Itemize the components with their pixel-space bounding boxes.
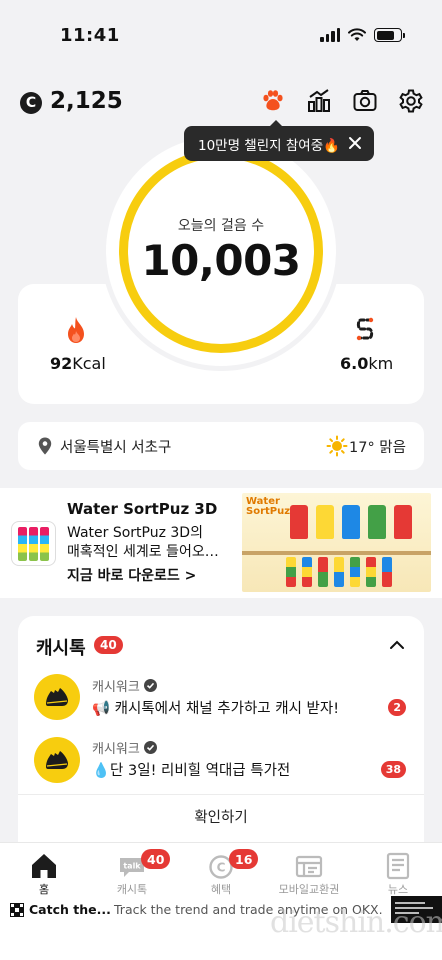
chart-icon[interactable]: [306, 88, 332, 114]
voucher-icon: [295, 855, 323, 878]
location-pin-icon: [38, 437, 52, 455]
location-weather-card[interactable]: 서울특별시 서초구 17° 맑음: [18, 422, 424, 470]
close-icon[interactable]: [346, 134, 364, 152]
challenge-tooltip[interactable]: 10만명 챌린지 참여중🔥: [184, 120, 374, 161]
step-ring: 오늘의 걸음 수 10,003: [119, 149, 323, 353]
shoe-icon: [46, 751, 68, 769]
avatar: [34, 674, 80, 720]
message-sender: 캐시워크: [92, 738, 157, 757]
ad-banner[interactable]: Water SortPuz 3D Water SortPuz 3D의 매혹적인 …: [0, 488, 442, 598]
ad-title: Water SortPuz 3D: [67, 500, 218, 518]
news-icon: [386, 852, 410, 880]
svg-text:C: C: [217, 861, 226, 875]
verified-icon: [143, 679, 157, 692]
nav-label: 홈: [38, 883, 50, 896]
cashtalk-badge: 40: [94, 636, 123, 654]
distance-value: 6.0km: [340, 354, 394, 373]
status-time: 11:41: [60, 25, 120, 46]
message-text[interactable]: 📢 캐시톡에서 채널 추가하고 캐시 받자!: [92, 697, 339, 718]
signal-icon: [320, 28, 340, 42]
camera-icon[interactable]: [352, 88, 378, 114]
nav-item-news[interactable]: 뉴스: [354, 843, 442, 899]
coin-balance[interactable]: 2,125: [50, 88, 123, 114]
okx-logo-icon: [10, 903, 24, 917]
coin-icon: C: [20, 92, 42, 114]
verified-icon: [143, 741, 157, 754]
message-sender: 캐시워크: [92, 676, 157, 695]
status-icons: [320, 28, 405, 42]
nav-badge: 40: [141, 849, 171, 869]
header-actions: [260, 88, 424, 114]
battery-icon: [374, 28, 405, 42]
unread-count-badge: 2: [388, 699, 406, 716]
status-bar: 11:41: [0, 0, 442, 70]
cashtalk-title: 캐시톡: [36, 638, 86, 659]
chevron-up-icon[interactable]: [388, 636, 406, 654]
home-icon: [32, 854, 56, 878]
svg-text:talk: talk: [123, 862, 141, 871]
confirm-button[interactable]: 확인하기: [18, 806, 424, 827]
flame-icon: [68, 317, 84, 343]
unread-count-badge: 38: [380, 761, 406, 778]
tooltip-text: 10만명 챌린지 참여중🔥: [198, 137, 340, 154]
nav-item-cashtalk[interactable]: talk 40 캐시톡: [88, 843, 176, 899]
ad-app-icon: [11, 521, 56, 566]
route-icon: [356, 317, 374, 341]
cashtalk-card: 캐시톡 40 캐시워크 📢 캐시톡에서 채널 추가하고 캐시 받자! 2 캐시워…: [18, 616, 424, 842]
calories-value: 92Kcal: [50, 354, 106, 373]
nav-item-benefits[interactable]: C 16 혜택: [177, 843, 265, 899]
nav-label: 뉴스: [387, 883, 409, 896]
weather-text: 17° 맑음: [349, 440, 406, 456]
paw-icon[interactable]: [260, 88, 286, 114]
watermark: dietshin.com: [270, 905, 442, 940]
ad-description: Water SortPuz 3D의 매혹적인 세계로 들어오세요: [67, 525, 227, 560]
divider: [18, 794, 424, 795]
nav-item-voucher[interactable]: 모바일교환권: [265, 843, 353, 899]
bottom-ad-brand: Catch the...: [29, 902, 111, 917]
nav-label: 혜택: [210, 883, 232, 896]
shoe-icon: [46, 688, 68, 706]
location-text: 서울특별시 서초구: [60, 440, 172, 456]
steps-label: 오늘의 걸음 수: [177, 218, 265, 234]
steps-value: 10,003: [141, 236, 301, 285]
ad-image: Water SortPuz3D: [242, 493, 431, 592]
nav-label: 캐시톡: [116, 883, 148, 896]
sun-icon: [326, 435, 348, 457]
wifi-icon: [348, 28, 366, 41]
nav-badge: 16: [229, 849, 259, 869]
step-counter[interactable]: 오늘의 걸음 수 10,003: [106, 136, 336, 366]
message-text[interactable]: 💧단 3일! 리비힐 역대급 특가전: [92, 759, 290, 780]
nav-label: 모바일교환권: [278, 883, 340, 896]
nav-item-home[interactable]: 홈: [0, 843, 88, 899]
header: C 2,125: [0, 82, 442, 126]
ad-download-link[interactable]: 지금 바로 다운로드 >: [67, 565, 196, 585]
avatar: [34, 737, 80, 783]
gear-icon[interactable]: [398, 88, 424, 114]
